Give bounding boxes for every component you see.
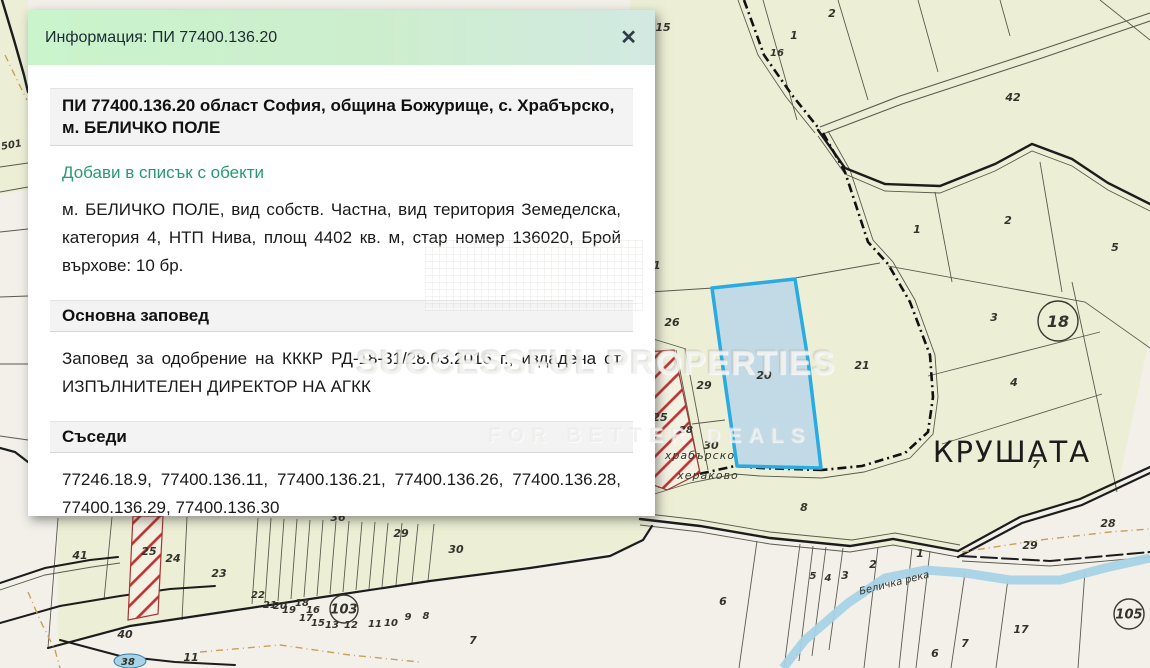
svg-text:28: 28 <box>679 425 693 436</box>
order-text: Заповед за одобрение на КККР РД-18-31/28… <box>50 345 633 401</box>
svg-text:42: 42 <box>1004 91 1021 104</box>
svg-text:7: 7 <box>961 637 969 650</box>
svg-text:8: 8 <box>423 611 430 622</box>
close-icon[interactable]: ✕ <box>620 28 637 48</box>
svg-text:38: 38 <box>121 657 135 668</box>
svg-text:1: 1 <box>790 29 798 42</box>
svg-text:11: 11 <box>368 619 382 630</box>
svg-text:2: 2 <box>869 558 877 571</box>
svg-text:40: 40 <box>116 628 133 641</box>
svg-text:7: 7 <box>469 634 477 647</box>
cadastre-app: 1512164212511262925283020213478123456292… <box>0 0 1150 668</box>
svg-text:21: 21 <box>854 359 869 372</box>
info-popup: Информация: ПИ 77400.136.20 ✕ ПИ 77400.1… <box>28 10 655 516</box>
svg-text:8: 8 <box>800 501 808 514</box>
svg-text:29: 29 <box>696 379 712 392</box>
svg-text:2: 2 <box>1004 214 1012 227</box>
svg-text:29: 29 <box>1022 539 1038 552</box>
parcel-title: ПИ 77400.136.20 област София, община Бож… <box>50 88 633 146</box>
svg-text:23: 23 <box>211 567 227 580</box>
svg-text:4: 4 <box>1009 376 1018 389</box>
svg-text:3: 3 <box>990 311 998 324</box>
svg-text:2: 2 <box>828 7 836 20</box>
svg-text:28: 28 <box>1100 517 1116 530</box>
svg-text:10: 10 <box>384 618 398 629</box>
svg-text:15: 15 <box>311 618 325 629</box>
parcel-description: м. БЕЛИЧКО ПОЛЕ, вид собств. Частна, вид… <box>50 196 633 280</box>
svg-text:1: 1 <box>913 223 921 236</box>
svg-text:4: 4 <box>824 573 832 584</box>
svg-text:16: 16 <box>306 605 320 616</box>
neighbours-text: 77246.18.9, 77400.136.11, 77400.136.21, … <box>50 466 633 522</box>
svg-text:29: 29 <box>393 527 409 540</box>
svg-text:30: 30 <box>448 543 464 556</box>
svg-text:3: 3 <box>841 569 849 582</box>
svg-text:5: 5 <box>810 571 817 582</box>
svg-text:16: 16 <box>770 48 784 59</box>
svg-text:9: 9 <box>405 612 412 623</box>
svg-text:1: 1 <box>916 547 924 560</box>
section-heading-neighbours: Съседи <box>50 421 633 453</box>
svg-text:КРУШАТА: КРУШАТА <box>933 435 1091 469</box>
svg-text:6: 6 <box>719 595 727 608</box>
svg-text:26: 26 <box>664 316 680 329</box>
svg-text:25: 25 <box>141 545 157 558</box>
popup-body: ПИ 77400.136.20 област София, община Бож… <box>28 88 655 522</box>
svg-text:20: 20 <box>756 369 772 382</box>
svg-text:15: 15 <box>655 21 671 34</box>
svg-text:6: 6 <box>931 647 939 660</box>
svg-text:5: 5 <box>1111 241 1119 254</box>
svg-text:103: 103 <box>330 603 357 618</box>
svg-text:19: 19 <box>282 605 296 616</box>
svg-text:хераково: хераково <box>676 469 739 482</box>
svg-text:17: 17 <box>1013 623 1029 636</box>
svg-text:41: 41 <box>71 549 87 562</box>
add-to-list-link[interactable]: Добави в списък с обекти <box>62 163 621 183</box>
svg-text:105: 105 <box>1115 608 1142 623</box>
svg-text:храбърско: храбърско <box>664 449 735 462</box>
popup-title: Информация: ПИ 77400.136.20 <box>45 29 277 47</box>
popup-header: Информация: ПИ 77400.136.20 ✕ <box>28 10 655 65</box>
svg-text:11: 11 <box>183 651 198 664</box>
svg-text:18: 18 <box>1047 312 1069 331</box>
svg-text:24: 24 <box>165 552 180 565</box>
section-heading-order: Основна заповед <box>50 300 633 332</box>
